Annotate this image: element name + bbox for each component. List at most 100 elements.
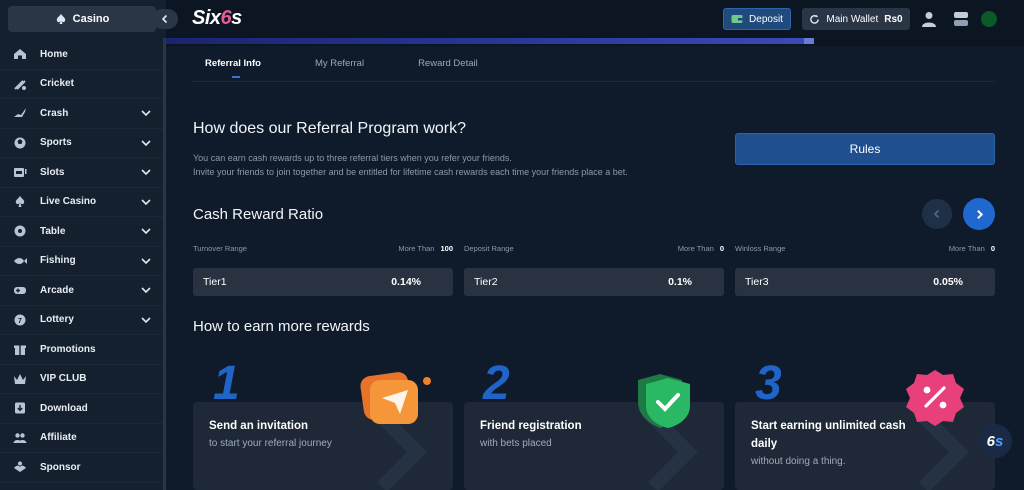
chevron-down-icon [141,140,151,146]
site-logo[interactable]: Six6s [192,7,242,30]
promotions-icon [12,341,28,357]
sidebar-item-crash[interactable]: Crash [0,99,166,129]
tab-reward-detail[interactable]: Reward Detail [405,54,491,74]
collapse-sidebar-button[interactable] [152,9,178,29]
sidebar-scrollbar[interactable] [163,38,166,490]
messages-icon[interactable] [952,10,970,28]
sidebar-item-label: Sponsor [40,461,81,473]
chevron-left-icon [161,14,168,24]
sidebar-item-home[interactable]: Home [0,40,166,70]
lottery-icon: 7 [12,312,28,328]
svg-text:7: 7 [18,318,22,325]
deposit-button[interactable]: Deposit [723,8,791,30]
step-subtitle: without doing a thing. [751,456,846,467]
tab-my-referral[interactable]: My Referral [302,54,377,74]
sidebar-item-label: Home [40,48,68,60]
sidebar-item-label: Fishing [40,255,76,267]
chevron-down-icon [141,317,151,323]
sports-icon [12,135,28,151]
sidebar-item-label: Arcade [40,284,74,296]
download-icon [12,400,28,416]
program-description: You can earn cash rewards up to three re… [193,151,733,179]
affiliate-icon [12,430,28,446]
ratio-meta: Turnover Range More Than 100 [193,240,453,256]
sidebar-item-label: Cricket [40,78,74,90]
more-than: More Than 0 [678,244,724,253]
step-title: Send an invitation [209,420,309,432]
discount-badge-icon [906,370,964,426]
rules-button[interactable]: Rules [735,133,995,165]
sidebar-item-label: Crash [40,107,69,119]
logo-text-prefix: Six [192,7,221,29]
more-than-label: More Than [398,243,435,253]
wallet-label: Main Wallet [826,13,879,25]
program-description-line-1: You can earn cash rewards up to three re… [193,153,512,163]
sidebar-item-fishing[interactable]: Fishing [0,247,166,276]
logo-text-mid: 6 [220,7,232,29]
more-than: More Than 0 [949,244,995,253]
ratio-meta: Winloss Range More Than 0 [735,240,995,256]
banner-gradient [166,38,806,44]
referral-tabs: Referral Info My Referral Reward Detail [192,54,491,80]
sidebar-item-table[interactable]: Table [0,217,166,247]
more-than-label: More Than [677,243,714,253]
next-button[interactable] [963,198,995,230]
sidebar-item-arcade[interactable]: Arcade [0,276,166,306]
home-icon [12,46,28,62]
wallet-icon [731,15,743,23]
arcade-icon [12,282,28,298]
range-label: Deposit Range [464,243,514,253]
chevron-right-icon [976,209,983,219]
sidebar-item-affiliate[interactable]: Affiliate [0,424,166,453]
cricket-icon [12,76,28,92]
chevron-down-icon [141,199,151,205]
step-title: Friend registration [480,420,582,432]
step-number: 2 [483,357,510,410]
step-title: Start earning unlimited cash daily [751,420,906,450]
casino-button[interactable]: Casino [8,6,156,32]
ratio-column-tier3: Winloss Range More Than 0 Tier3 0.05% [735,240,995,296]
refresh-icon [810,14,820,24]
sidebar-menu: Home Cricket Crash Sports Slots Live Cas… [0,38,166,483]
tier-row: Tier2 0.1% [464,268,724,296]
chevron-down-icon [141,258,151,264]
more-than-label: More Than [948,243,985,253]
sidebar-item-download[interactable]: Download [0,394,166,424]
more-than: More Than 100 [398,244,453,253]
previous-button[interactable] [922,199,952,229]
ratio-meta: Deposit Range More Than 0 [464,240,724,256]
chevron-down-icon [141,169,151,176]
step-number: 3 [755,357,782,410]
user-icon[interactable] [920,10,938,28]
step-number: 1 [213,357,240,410]
tier-percent: 0.1% [668,276,692,288]
sidebar-item-promotions[interactable]: Promotions [0,335,166,365]
sidebar: Casino Home Cricket Crash Sports Slots L… [0,0,166,490]
table-icon [12,223,28,239]
sidebar-item-sponsor[interactable]: Sponsor [0,453,166,483]
earn-rewards-title: How to earn more rewards [193,318,370,335]
sidebar-item-label: Live Casino [40,196,97,208]
sidebar-item-vip-club[interactable]: VIP CLUB [0,365,166,394]
sponsor-icon [12,459,28,475]
sidebar-item-slots[interactable]: Slots [0,158,166,188]
ratio-column-tier1: Turnover Range More Than 100 Tier1 0.14% [193,240,453,296]
sidebar-item-label: Lottery [40,314,74,326]
sidebar-item-label: Sports [40,137,72,149]
sidebar-item-cricket[interactable]: Cricket [0,70,166,99]
pakistan-flag-icon[interactable] [980,10,998,28]
tab-referral-info[interactable]: Referral Info [192,54,274,78]
deposit-label: Deposit [749,13,783,25]
main-wallet-button[interactable]: Main Wallet Rs0 [802,8,910,30]
sidebar-item-sports[interactable]: Sports [0,129,166,158]
live-casino-icon [12,194,28,210]
fishing-icon [12,253,28,269]
spade-icon [56,14,65,24]
step-subtitle: with bets placed [480,438,552,449]
sidebar-item-lottery[interactable]: 7 Lottery [0,306,166,335]
sidebar-item-label: Slots [40,166,65,178]
wallet-balance: Rs0 [884,13,903,25]
sidebar-item-live-casino[interactable]: Live Casino [0,188,166,217]
chevron-left-icon [933,209,940,219]
floating-chat-logo[interactable]: 6s [978,424,1012,458]
